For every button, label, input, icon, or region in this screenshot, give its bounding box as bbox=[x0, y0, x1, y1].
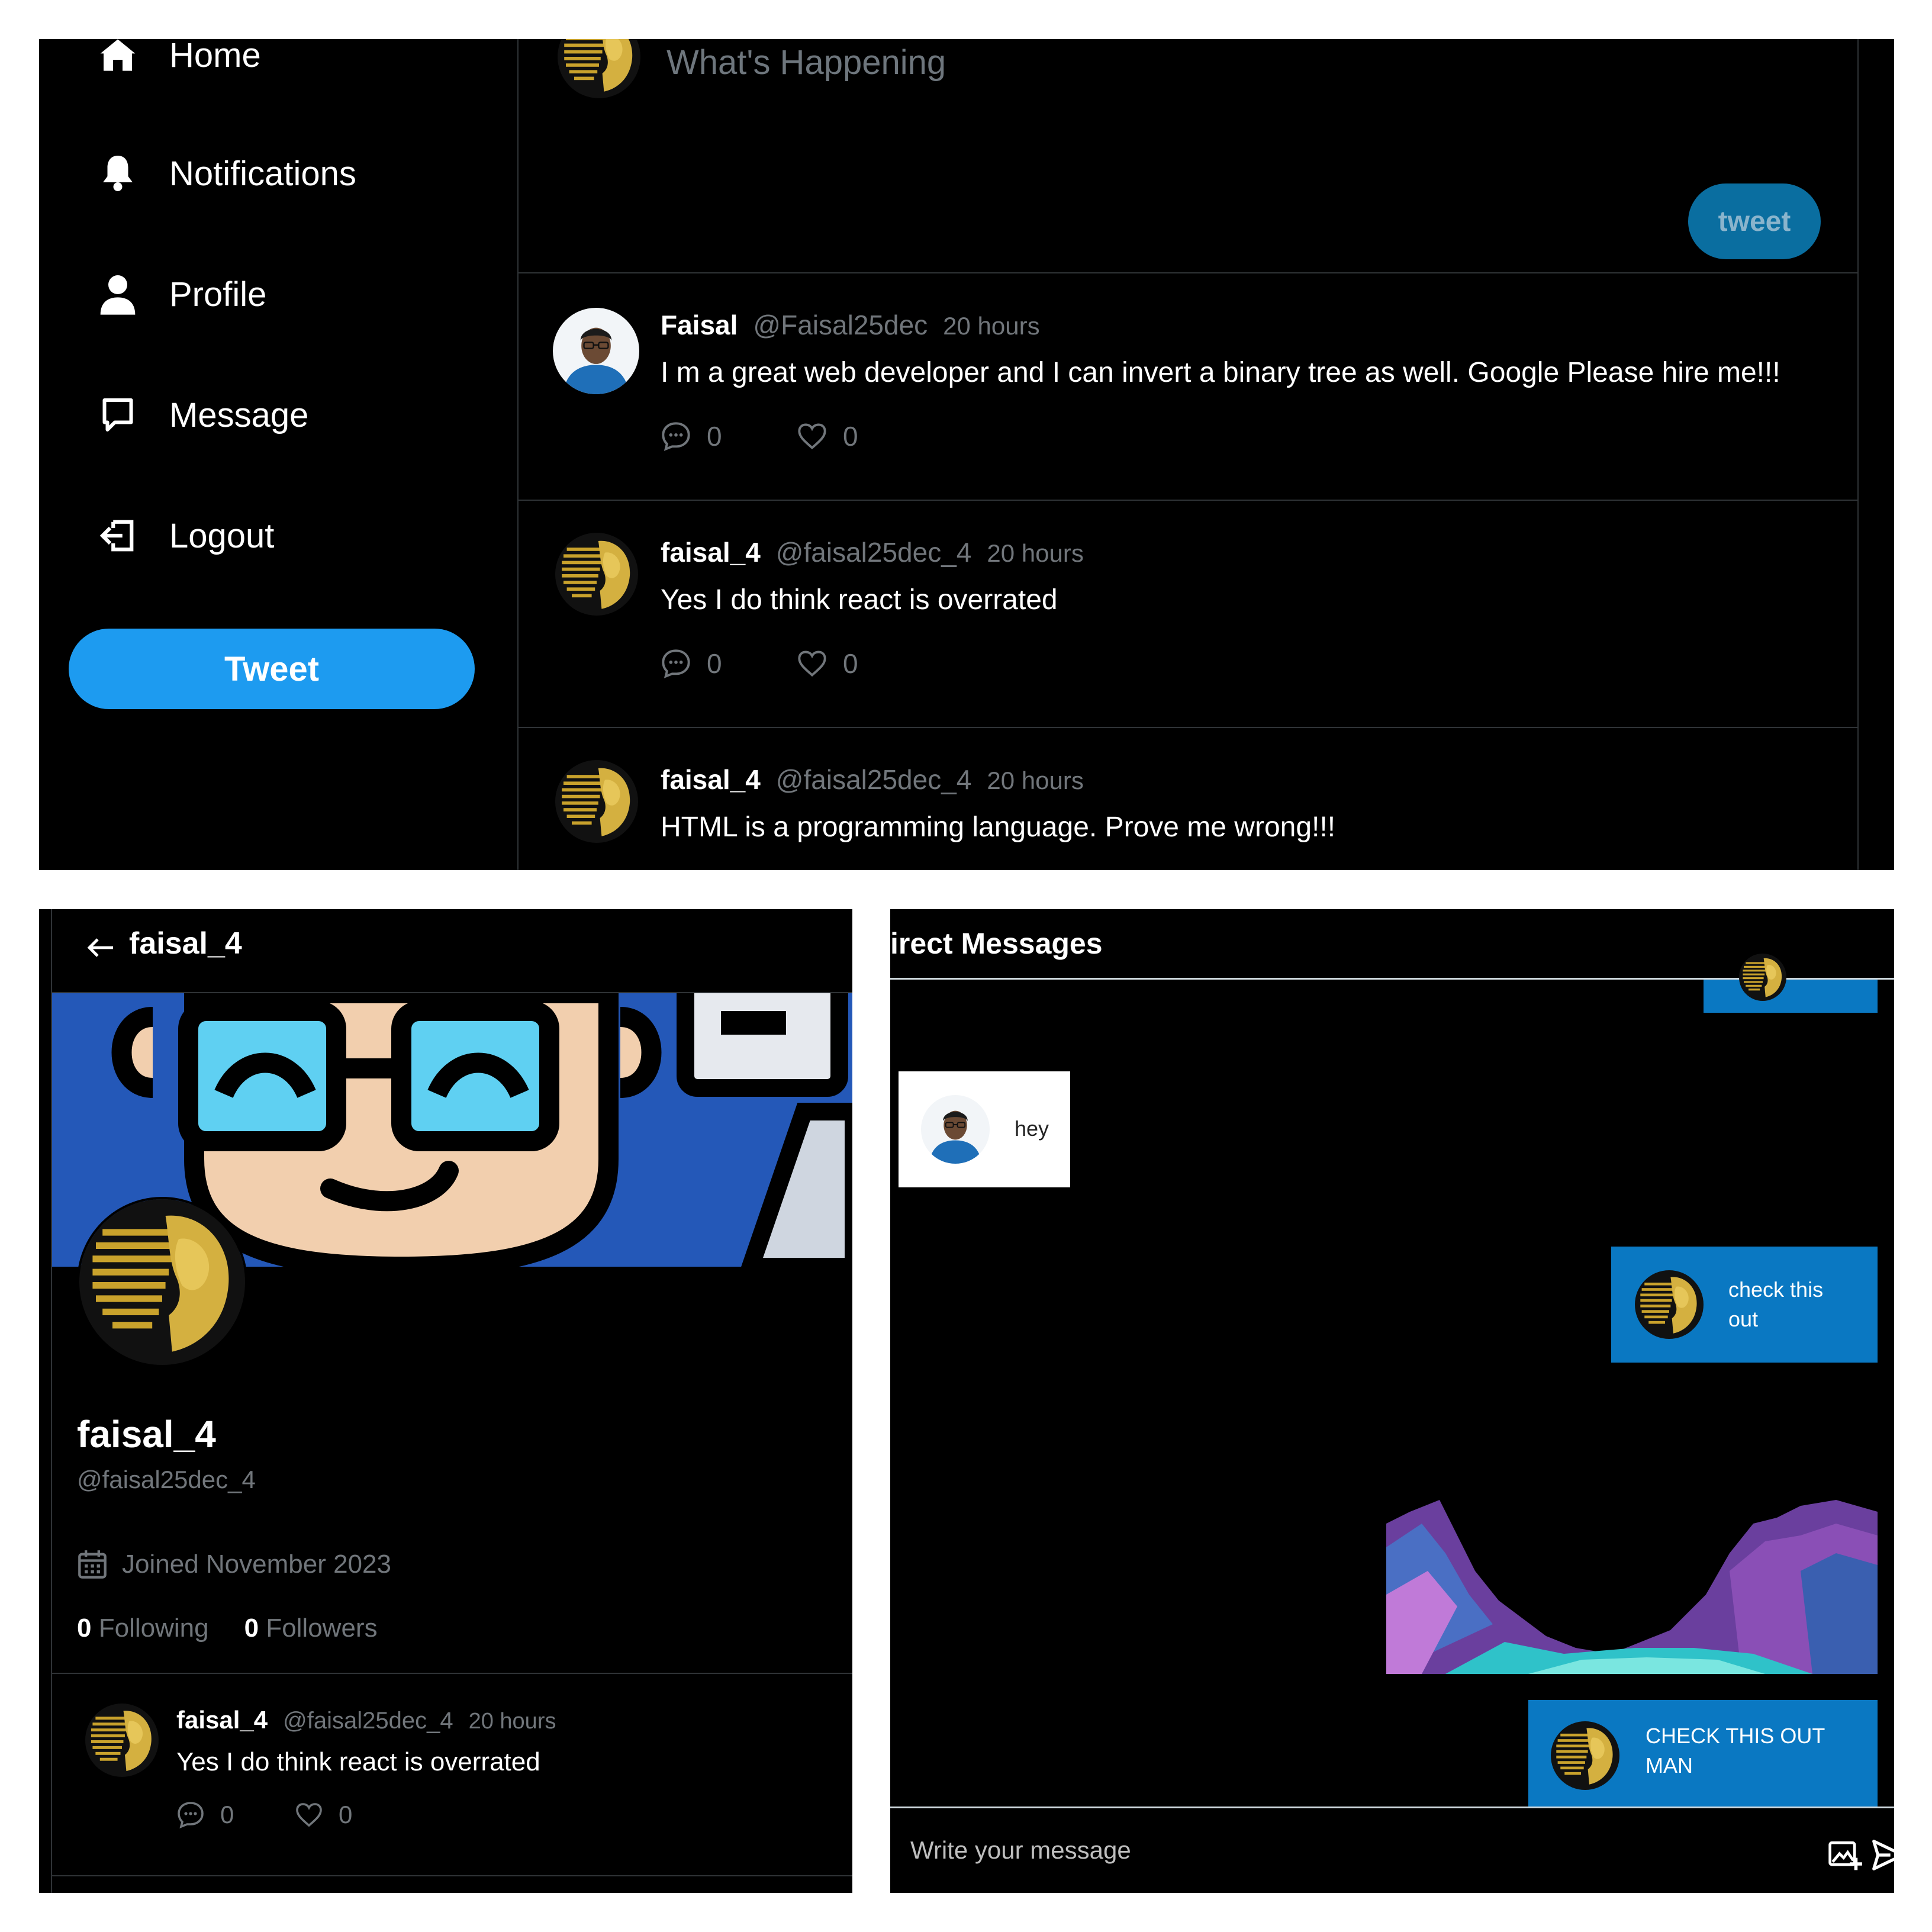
avatar bbox=[1551, 1721, 1619, 1790]
person-icon bbox=[96, 272, 140, 316]
post-author-name[interactable]: faisal_4 bbox=[176, 1706, 268, 1734]
heart-icon bbox=[798, 423, 826, 450]
avatar bbox=[555, 533, 638, 616]
send-icon[interactable] bbox=[1867, 1834, 1894, 1876]
post-time: 20 hours bbox=[943, 312, 1040, 340]
sidebar-item-label: Logout bbox=[169, 516, 275, 555]
comment-count: 0 bbox=[707, 648, 722, 679]
sidebar-item-profile[interactable]: Profile bbox=[96, 272, 266, 316]
post-author-handle: @Faisal25dec bbox=[753, 310, 928, 340]
image-upload-icon[interactable] bbox=[1824, 1834, 1866, 1876]
followers-count: 0 bbox=[244, 1614, 259, 1643]
avatar bbox=[555, 760, 638, 843]
sidebar-item-notifications[interactable]: Notifications bbox=[96, 152, 356, 195]
message-icon bbox=[96, 393, 140, 437]
message-text: check this out bbox=[1728, 1277, 1824, 1331]
sidebar-item-label: Home bbox=[169, 39, 261, 75]
profile-avatar[interactable] bbox=[77, 1197, 247, 1367]
following-link[interactable]: 0 Following bbox=[77, 1614, 209, 1643]
tweet-composer: What's Happening tweet bbox=[519, 39, 1857, 273]
tweet-button[interactable]: Tweet bbox=[69, 629, 475, 709]
avatar bbox=[553, 308, 639, 394]
post-author-handle: @faisal25dec_4 bbox=[775, 764, 972, 795]
comment-icon bbox=[662, 649, 690, 678]
comment-button[interactable]: 0 bbox=[661, 420, 797, 452]
post-text: HTML is a programming language. Prove me… bbox=[661, 812, 1336, 843]
direct-messages-screen: irect Messages hey check this out CHECK … bbox=[890, 909, 1894, 1893]
like-count: 0 bbox=[339, 1801, 353, 1828]
post-time: 20 hours bbox=[468, 1709, 556, 1734]
tweet-input[interactable]: What's Happening bbox=[666, 43, 1495, 102]
post-text: Yes I do think react is overrated bbox=[661, 584, 1058, 616]
avatar bbox=[1739, 954, 1786, 1001]
comment-button[interactable]: 0 bbox=[176, 1801, 295, 1829]
sidebar-item-label: Profile bbox=[169, 275, 267, 314]
message-bubble-partial bbox=[1704, 980, 1878, 1013]
like-button[interactable]: 0 bbox=[797, 420, 933, 452]
message-bubble-sent: check this out bbox=[1611, 1247, 1878, 1363]
message-text: hey bbox=[1015, 1116, 1049, 1141]
logout-icon bbox=[96, 514, 140, 558]
sidebar-item-home[interactable]: Home bbox=[96, 39, 261, 77]
message-composer bbox=[890, 1807, 1894, 1893]
avatar bbox=[558, 39, 640, 98]
feed: What's Happening tweet Faisal @Faisal25d… bbox=[517, 39, 1859, 870]
post-text: Yes I do think react is overrated bbox=[176, 1747, 540, 1776]
profile-header: faisal_4 bbox=[52, 909, 852, 993]
home-icon bbox=[96, 39, 140, 77]
profile-handle: @faisal25dec_4 bbox=[77, 1466, 256, 1493]
page-title: faisal_4 bbox=[129, 926, 242, 961]
followers-link[interactable]: 0 Followers bbox=[244, 1614, 378, 1643]
post-time: 20 hours bbox=[987, 767, 1084, 794]
post-time: 20 hours bbox=[987, 539, 1084, 567]
profile-name: faisal_4 bbox=[77, 1413, 216, 1456]
sidebar-item-label: Message bbox=[169, 395, 309, 434]
avatar bbox=[1635, 1270, 1704, 1339]
post-author-name[interactable]: Faisal bbox=[661, 309, 738, 341]
joined-text: Joined November 2023 bbox=[122, 1550, 391, 1579]
avatar bbox=[921, 1095, 990, 1164]
bell-icon bbox=[96, 152, 140, 195]
comment-icon bbox=[178, 1802, 204, 1828]
following-label: Following bbox=[98, 1614, 209, 1643]
dm-title: irect Messages bbox=[890, 927, 1103, 960]
post-author-name[interactable]: faisal_4 bbox=[661, 536, 761, 568]
message-bubble-sent: CHECK THIS OUT MAN bbox=[1528, 1700, 1878, 1807]
avatar bbox=[85, 1704, 159, 1777]
follow-stats: 0 Following 0 Followers bbox=[77, 1614, 378, 1643]
tweet-post: faisal_4 @faisal25dec_4 20 hours HTML is… bbox=[519, 728, 1857, 870]
post-text: I m a great web developer and I can inve… bbox=[661, 357, 1780, 388]
comment-count: 0 bbox=[707, 421, 722, 452]
message-text: CHECK THIS OUT MAN bbox=[1646, 1724, 1825, 1778]
message-bubble-received: hey bbox=[899, 1071, 1070, 1187]
like-count: 0 bbox=[843, 421, 858, 452]
back-arrow-icon[interactable] bbox=[80, 927, 122, 968]
twitter-home-screen: Home Notifications Profile Message Logou… bbox=[39, 39, 1894, 870]
followers-label: Followers bbox=[266, 1614, 378, 1643]
sidebar-item-logout[interactable]: Logout bbox=[96, 514, 274, 558]
composer-tweet-button[interactable]: tweet bbox=[1688, 183, 1821, 259]
sidebar-item-message[interactable]: Message bbox=[96, 393, 308, 437]
joined-date: Joined November 2023 bbox=[77, 1548, 391, 1580]
post-author-handle: @faisal25dec_4 bbox=[283, 1708, 453, 1734]
following-count: 0 bbox=[77, 1614, 92, 1643]
message-image[interactable] bbox=[1386, 1500, 1878, 1674]
like-button[interactable]: 0 bbox=[295, 1801, 413, 1829]
profile-screen: faisal_4 faisal_4 @faisal25dec_4 Joined … bbox=[39, 909, 852, 1893]
comment-icon bbox=[662, 422, 690, 451]
message-input[interactable] bbox=[909, 1826, 1740, 1875]
post-author-handle: @faisal25dec_4 bbox=[775, 537, 972, 568]
like-count: 0 bbox=[843, 648, 858, 679]
sidebar-item-label: Notifications bbox=[169, 154, 356, 193]
like-button[interactable]: 0 bbox=[797, 648, 933, 680]
comment-button[interactable]: 0 bbox=[661, 648, 797, 680]
comment-count: 0 bbox=[220, 1801, 234, 1828]
heart-icon bbox=[798, 651, 826, 677]
tweet-post: faisal_4 @faisal25dec_4 20 hours Yes I d… bbox=[52, 1673, 852, 1876]
heart-icon bbox=[296, 1803, 322, 1827]
tweet-post: Faisal @Faisal25dec 20 hours I m a great… bbox=[519, 273, 1857, 501]
calendar-icon bbox=[78, 1550, 107, 1579]
post-author-name[interactable]: faisal_4 bbox=[661, 764, 761, 796]
tweet-post: faisal_4 @faisal25dec_4 20 hours Yes I d… bbox=[519, 501, 1857, 728]
